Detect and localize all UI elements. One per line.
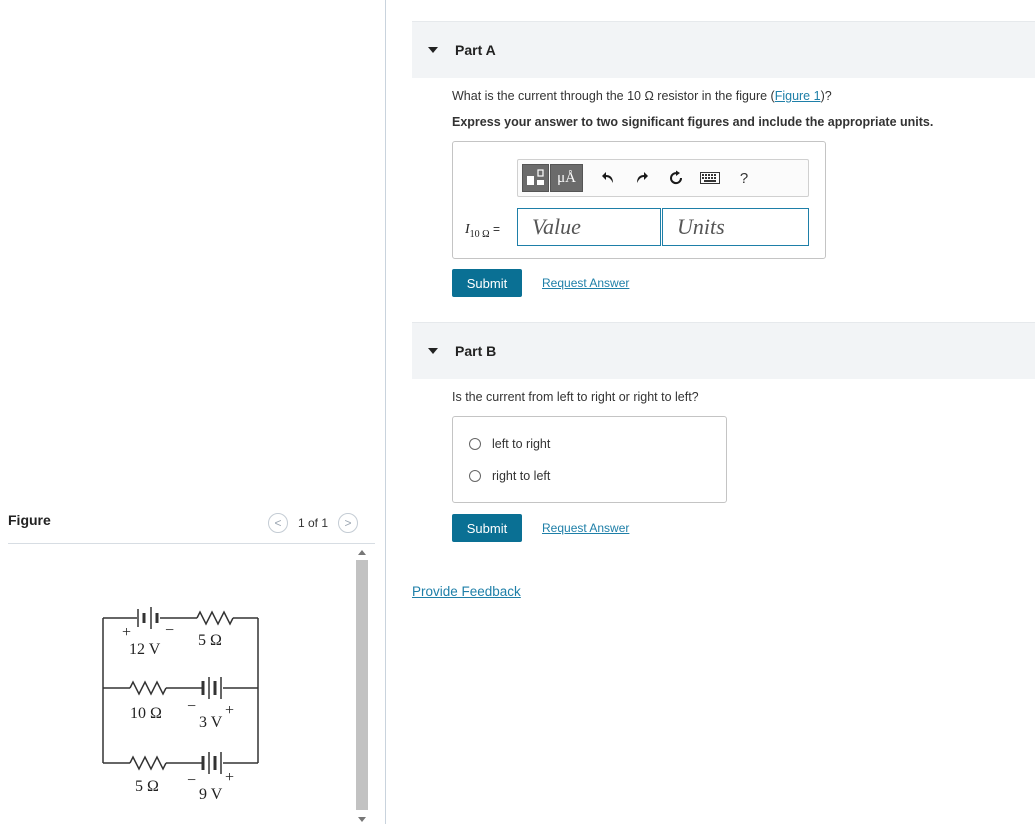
figure-divider — [8, 543, 375, 544]
pager-label: 1 of 1 — [298, 516, 329, 530]
battery-top-label: 12 V — [129, 641, 161, 658]
prev-figure-button[interactable]: < — [268, 513, 288, 533]
battery-mid-label: 3 V — [199, 714, 223, 731]
units-button[interactable]: μÅ — [550, 164, 583, 192]
part-b-submit-button[interactable]: Submit — [452, 514, 522, 542]
equals-sign: = — [489, 222, 500, 236]
reset-icon[interactable] — [659, 164, 693, 192]
choice-box: left to right right to left — [452, 416, 727, 503]
figure-link[interactable]: Figure 1 — [775, 89, 821, 103]
redo-icon[interactable] — [625, 164, 659, 192]
keyboard-icon[interactable] — [693, 164, 727, 192]
resistor-bottom-label: 5 Ω — [135, 778, 159, 795]
collapse-caret-icon — [428, 348, 438, 354]
resistor-top-label: 5 Ω — [198, 632, 222, 649]
value-input[interactable]: Value — [517, 208, 661, 246]
question-text-end: )? — [820, 89, 832, 103]
option-label: right to left — [492, 469, 551, 483]
collapse-caret-icon — [428, 47, 438, 53]
option-label: left to right — [492, 437, 551, 451]
variable-label: I10 Ω = — [465, 222, 500, 240]
radio-button-icon[interactable] — [469, 438, 481, 450]
battery-bottom-minus: − — [187, 772, 196, 789]
next-figure-button[interactable]: > — [338, 513, 359, 533]
part-a-title: Part A — [455, 42, 496, 58]
option-left-to-right[interactable]: left to right — [469, 437, 550, 451]
part-b-question: Is the current from left to right or rig… — [452, 390, 699, 404]
scroll-up-arrow-icon[interactable] — [358, 550, 366, 555]
figure-pager: < 1 of 1 > — [268, 513, 359, 533]
figure-scrollbar[interactable] — [354, 546, 370, 824]
question-panel: Part A What is the current through the 1… — [386, 0, 1035, 824]
resistor-mid-label: 10 Ω — [130, 705, 162, 722]
battery-top-plus: + — [122, 624, 131, 641]
template-button[interactable] — [522, 164, 549, 192]
scroll-thumb[interactable] — [356, 560, 368, 810]
math-toolbar: μÅ ? — [517, 159, 809, 197]
units-input[interactable]: Units — [662, 208, 809, 246]
circuit-diagram: + − 12 V 5 Ω 10 Ω − + 3 V 5 Ω − + 9 V — [102, 607, 259, 803]
variable-subscript: 10 Ω — [469, 228, 490, 240]
figure-title: Figure — [8, 512, 51, 528]
part-a-instruction: Express your answer to two significant f… — [452, 115, 934, 129]
part-a-request-answer-link[interactable]: Request Answer — [542, 276, 629, 290]
provide-feedback-link[interactable]: Provide Feedback — [412, 584, 521, 599]
battery-mid-minus: − — [187, 698, 196, 715]
part-a-header[interactable]: Part A — [412, 21, 1035, 78]
option-right-to-left[interactable]: right to left — [469, 469, 550, 483]
template-icon — [526, 169, 544, 185]
undo-icon[interactable] — [591, 164, 625, 192]
radio-button-icon[interactable] — [469, 470, 481, 482]
answer-box: μÅ ? I10 Ω = Value Units — [452, 141, 826, 259]
part-b-request-answer-link[interactable]: Request Answer — [542, 521, 629, 535]
scroll-down-arrow-icon[interactable] — [358, 817, 366, 822]
figure-panel: Figure < 1 of 1 > + − 12 V 5 Ω 10 Ω − + … — [0, 0, 385, 824]
question-text: What is the current through the 10 Ω res… — [452, 89, 775, 103]
battery-bottom-label: 9 V — [199, 786, 223, 803]
battery-bottom-plus: + — [225, 769, 234, 786]
battery-top-minus: − — [165, 622, 174, 639]
part-a-question: What is the current through the 10 Ω res… — [452, 89, 832, 103]
part-b-header[interactable]: Part B — [412, 322, 1035, 379]
battery-mid-plus: + — [225, 702, 234, 719]
help-button[interactable]: ? — [727, 164, 761, 192]
part-b-title: Part B — [455, 343, 497, 359]
part-a-submit-button[interactable]: Submit — [452, 269, 522, 297]
